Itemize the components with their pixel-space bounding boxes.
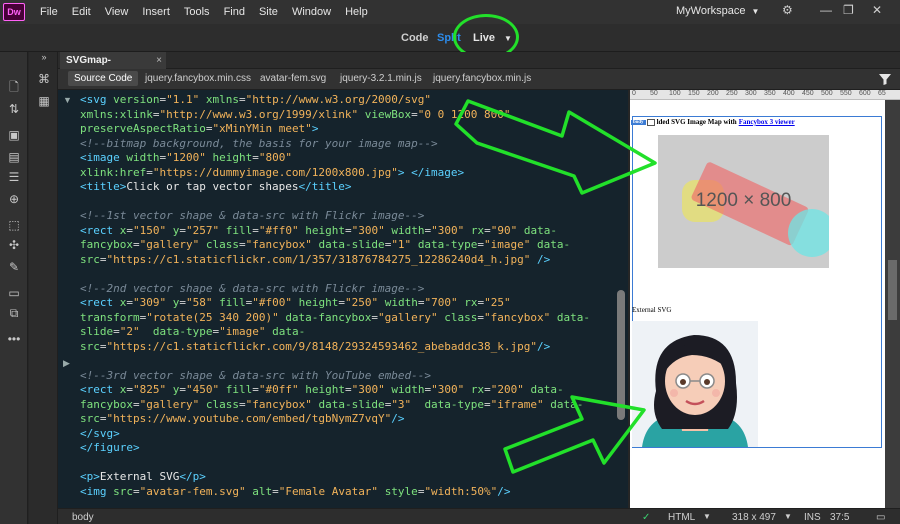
check-icon: ✓ [642,512,651,523]
sort-icon[interactable]: ⇅ [6,102,22,116]
preview-scroll-thumb[interactable] [888,260,897,320]
menu-view[interactable]: View [98,6,136,18]
svg-image-map[interactable]: 1200 × 800 [658,135,829,268]
preview-device-icon[interactable]: ▭ [876,512,885,523]
tag-selector[interactable]: body [72,512,94,523]
ruler-tick: 250 [726,90,738,97]
related-file-jquery[interactable]: jquery-3.2.1.min.js [340,73,422,84]
cursor-position: 37:5 [830,512,850,523]
preview-scrollbar[interactable] [885,100,900,508]
related-file-fancybox-css[interactable]: jquery.fancybox.min.css [145,73,251,84]
menu-file[interactable]: File [33,6,65,18]
menu-bar: Dw File Edit View Insert Tools Find Site… [0,0,900,24]
horizontal-ruler: 0 50 100 150 200 250 300 350 400 450 500… [630,90,900,100]
element-badge-toggle[interactable] [646,118,655,126]
dreamweaver-logo: Dw [3,3,25,21]
dom-panel-strip: » ⌘ ▦ [29,52,58,524]
brush-icon[interactable]: ✎ [6,260,22,274]
chevron-down-icon[interactable]: ▼ [703,512,711,521]
menu-find[interactable]: Find [217,6,252,18]
code-editor[interactable]: ▼ ▶ <svg version="1.1" xmlns="http://www… [58,90,628,508]
editor-scrollbar[interactable] [617,290,625,420]
caption-text: lded SVG Image Map with [656,118,737,126]
ruler-tick: 600 [859,90,871,97]
close-icon[interactable]: ✕ [872,3,882,17]
menu-tools[interactable]: Tools [177,6,217,18]
expand-icon[interactable]: ✣ [6,238,22,252]
ruler-tick: 400 [783,90,795,97]
menu-edit[interactable]: Edit [65,6,98,18]
workspace-switcher[interactable]: MyWorkspace ▼ [676,5,759,17]
insert-mode: INS [804,512,821,523]
related-file-fancybox-js[interactable]: jquery.fancybox.min.js [433,73,531,84]
tab-close-icon[interactable]: × [156,52,162,69]
figure-caption: body lded SVG Image Map with Fancybox 3 … [631,118,795,126]
restore-icon[interactable]: ❐ [843,3,854,17]
fold-arrow-icon[interactable]: ▼ [63,95,72,105]
dreamweaver-window: Dw File Edit View Insert Tools Find Site… [0,0,900,524]
left-toolbar: 🗋 ⇅ ▣ ▤ ☰ ⊕ ⬚ ✣ ✎ ▭ ⧉ ••• [0,52,28,524]
ruler-tick: 200 [707,90,719,97]
workspace-label: MyWorkspace [676,5,746,17]
code-view-button[interactable]: Code [401,32,429,44]
ruler-tick: 450 [802,90,814,97]
menu-help[interactable]: Help [338,6,375,18]
ruler-tick: 50 [650,90,658,97]
ruler-tick: 100 [669,90,681,97]
tab-svgmap-fancybox[interactable]: SVGmap-fancybox.html* × [60,52,166,83]
element-badge[interactable]: body [631,119,646,125]
select-icon[interactable]: ⬚ [6,218,22,232]
menu-insert[interactable]: Insert [135,6,177,18]
document-tab-bar: SVGmap-fancybox.html* × [58,52,900,83]
format-icon[interactable]: ⧉ [6,306,22,320]
female-avatar-image [632,321,758,447]
status-bar: body ✓ HTML ▼ 318 x 497 ▼ INS 37:5 ▭ [58,508,900,524]
chevron-down-icon: ▼ [751,7,760,16]
menu-site[interactable]: Site [252,6,285,18]
ruler-tick: 500 [821,90,833,97]
list-icon[interactable]: ☰ [6,170,22,184]
ruler-tick: 65 [878,90,886,97]
chevron-down-icon[interactable]: ▼ [784,512,792,521]
ruler-tick: 350 [764,90,776,97]
view-mode-bar: Code Split Live ▼ [0,24,900,52]
code-gutter: ▼ ▶ [58,90,76,508]
target-icon[interactable]: ⊕ [6,192,22,206]
preview-icon[interactable]: ▣ [6,128,22,142]
fold-arrow-icon[interactable]: ▶ [63,358,70,369]
related-files-bar: Source Code jquery.fancybox.min.css avat… [58,69,900,90]
filter-icon[interactable] [878,72,892,86]
document-icon[interactable]: ▤ [6,150,22,164]
ruler-tick: 0 [632,90,636,97]
gear-icon[interactable]: ⚙ [782,3,793,17]
comment-icon[interactable]: ▭ [6,286,22,300]
related-file-source-code[interactable]: Source Code [68,71,139,86]
main-menu: File Edit View Insert Tools Find Site Wi… [33,6,375,18]
window-size[interactable]: 318 x 497 [732,512,776,523]
external-svg-label: External SVG [632,306,672,314]
assets-icon[interactable]: ▦ [36,94,52,110]
expand-panel-icon[interactable]: » [36,52,52,68]
fancybox-link[interactable]: Fancybox 3 viewer [739,118,795,126]
related-file-avatar-svg[interactable]: avatar-fem.svg [260,73,326,84]
ruler-tick: 300 [745,90,757,97]
avatar-icon [632,321,758,447]
menu-window[interactable]: Window [285,6,338,18]
dom-tree-icon[interactable]: ⌘ [36,72,52,88]
ruler-tick: 150 [688,90,700,97]
ruler-tick: 550 [840,90,852,97]
live-preview[interactable]: 0 50 100 150 200 250 300 350 400 450 500… [630,90,900,508]
dummy-image-label: 1200 × 800 [695,190,792,211]
more-icon[interactable]: ••• [6,332,22,346]
document-type[interactable]: HTML [668,512,695,523]
file-icon[interactable]: 🗋 [6,80,22,94]
minimize-icon[interactable]: — [820,3,832,17]
source-code: <svg version="1.1" xmlns="http://www.w3.… [80,93,590,498]
